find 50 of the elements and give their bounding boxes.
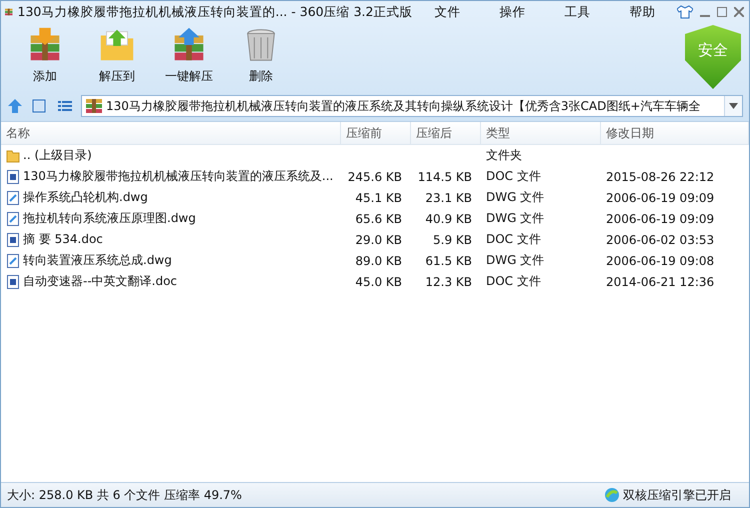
column-header[interactable]: 压缩后 bbox=[411, 122, 481, 144]
address-field[interactable]: 130马力橡胶履带拖拉机机械液压转向装置的液压系统及其转向操纵系统设计【优秀含3张CAD图纸+汽车车辆全 bbox=[81, 95, 743, 117]
table-cell-text: 2006-06-19 09:09 bbox=[605, 212, 716, 226]
table-cell-text: 12.3 KB bbox=[424, 274, 473, 288]
file-name[interactable]: 摘 要 534.doc bbox=[23, 231, 103, 248]
table-cell-text: 2006-06-02 03:53 bbox=[605, 232, 716, 246]
file-name[interactable]: 自动变速器--中英文翻译.doc bbox=[23, 273, 178, 290]
table-cell-text: 245.6 KB bbox=[346, 170, 403, 184]
table-cell-text: DWG 文件 bbox=[485, 210, 546, 227]
file-name[interactable]: 转向装置液压系统总成.dwg bbox=[23, 252, 172, 269]
table-cell-text: 5.9 KB bbox=[432, 232, 473, 246]
table-cell-text: DWG 文件 bbox=[485, 252, 546, 269]
table-cell-text: DWG 文件 bbox=[485, 189, 546, 206]
menu-item[interactable]: 工具 bbox=[547, 4, 608, 20]
column-header[interactable]: 类型 bbox=[481, 122, 601, 144]
toolbar-button[interactable]: 添加 bbox=[9, 25, 81, 87]
file-name[interactable]: .. (上级目录) bbox=[23, 147, 92, 164]
window-title: 130马力橡胶履带拖拉机机械液压转向装置的... - 360压缩 3.2正式版 bbox=[18, 4, 412, 20]
file-name[interactable]: 拖拉机转向系统液压原理图.dwg bbox=[23, 210, 196, 227]
table-cell-text: 45.0 KB bbox=[354, 274, 403, 288]
table-cell-text: 45.1 KB bbox=[354, 190, 403, 204]
column-header[interactable]: 名称 bbox=[1, 122, 341, 144]
menu-item[interactable]: 文件 bbox=[417, 4, 478, 20]
table-cell-text: 61.5 KB bbox=[424, 254, 473, 268]
file-name[interactable]: 130马力橡胶履带拖拉机机械液压转向装置的液压系统及... bbox=[23, 168, 334, 185]
table-cell-text: DOC 文件 bbox=[485, 231, 542, 248]
address-text: 130马力橡胶履带拖拉机机械液压转向装置的液压系统及其转向操纵系统设计【优秀含3张CAD图纸+汽车车辆全 bbox=[106, 98, 702, 114]
table-cell-text: 文件夹 bbox=[485, 147, 523, 164]
column-header[interactable]: 压缩前 bbox=[341, 122, 411, 144]
menu-item[interactable]: 操作 bbox=[482, 4, 542, 20]
table-cell-text: 29.0 KB bbox=[354, 232, 403, 246]
table-cell-text: 89.0 KB bbox=[354, 254, 403, 268]
table-cell-text: 23.1 KB bbox=[424, 190, 473, 204]
table-cell-text: DOC 文件 bbox=[485, 273, 542, 290]
status-summary: 大小: 258.0 KB 共 6 个文件 压缩率 49.7% bbox=[7, 486, 242, 504]
table-cell-text: 114.5 KB bbox=[416, 170, 473, 184]
table-cell-text: 40.9 KB bbox=[424, 212, 473, 226]
engine-status: 双核压缩引擎已开启 bbox=[623, 486, 731, 504]
table-cell-text: 2006-06-19 09:08 bbox=[605, 254, 716, 268]
table-cell-text: DOC 文件 bbox=[485, 168, 542, 185]
column-header[interactable]: 修改日期 bbox=[601, 122, 749, 144]
toolbar-button[interactable]: 删除 bbox=[225, 25, 297, 87]
table-cell-text: 2015-08-26 22:12 bbox=[605, 170, 716, 184]
file-name[interactable]: 操作系统凸轮机构.dwg bbox=[23, 189, 148, 206]
table-cell-text: 2014-06-21 12:36 bbox=[605, 274, 716, 288]
table-cell-text: 2006-06-19 09:09 bbox=[605, 190, 716, 204]
table-cell-text: 65.6 KB bbox=[354, 212, 403, 226]
toolbar-button[interactable]: 一键解压 bbox=[153, 25, 225, 87]
toolbar-button[interactable]: 解压到 bbox=[81, 25, 153, 87]
menu-item[interactable]: 帮助 bbox=[612, 4, 672, 20]
